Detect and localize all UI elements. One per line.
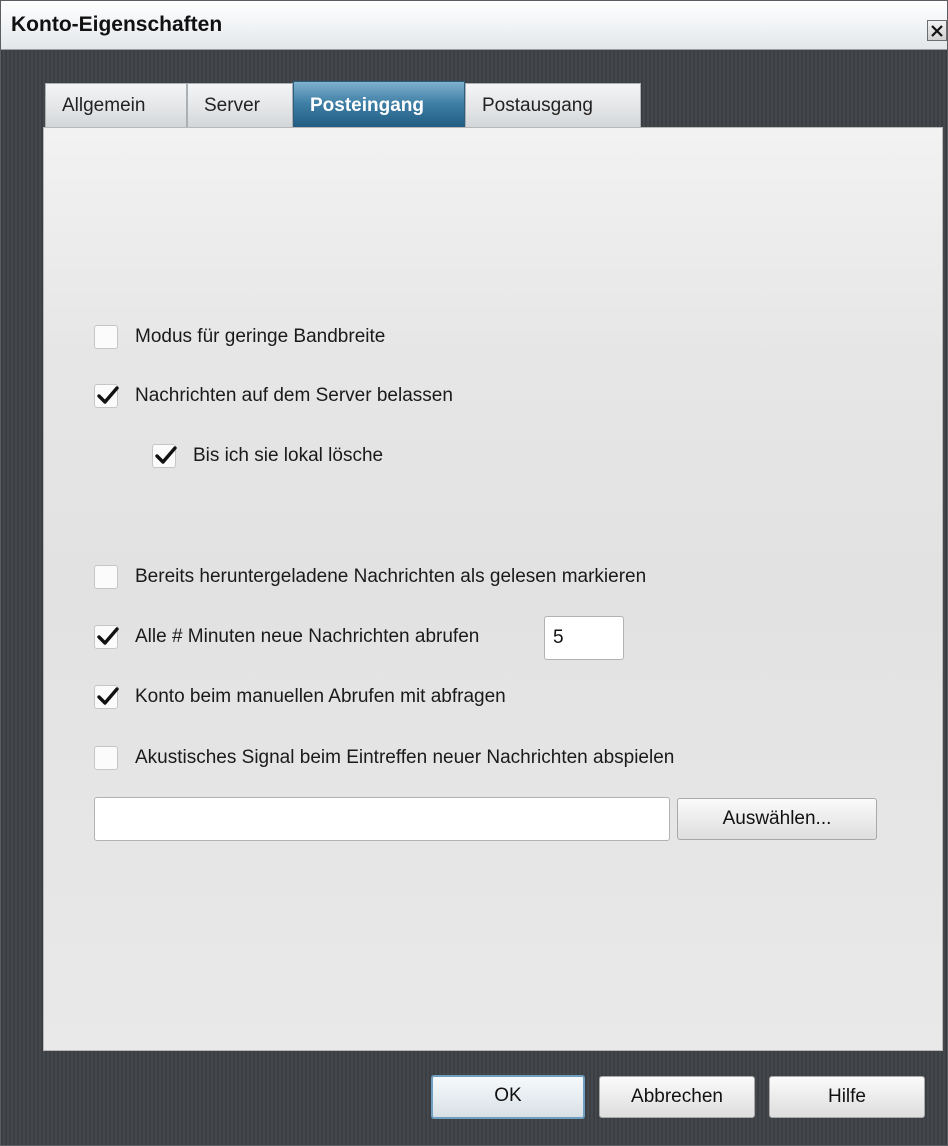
manual-check-option[interactable]: Konto beim manuellen Abrufen mit abfrage… [94,685,506,709]
until-deleted-label: Bis ich sie lokal lösche [193,445,384,466]
close-button[interactable] [927,20,947,41]
tab-label: Postausgang [482,95,593,116]
checkmark-icon [97,627,119,645]
checkmark-icon [97,386,119,404]
tab-label: Server [204,95,260,116]
checkmark-icon [97,687,119,705]
manual-check-checkbox[interactable] [94,685,119,709]
mark-read-checkbox[interactable] [94,565,118,589]
tab-postausgang[interactable]: Postausgang [465,83,641,127]
tab-allgemein[interactable]: Allgemein [45,83,187,127]
mark-read-label: Bereits heruntergeladene Nachrichten als… [135,566,647,587]
leave-on-server-option[interactable]: Nachrichten auf dem Server belassen [94,384,453,408]
tab-label: Posteingang [310,95,425,116]
low-bandwidth-checkbox[interactable] [94,325,118,349]
manual-check-label: Konto beim manuellen Abrufen mit abfrage… [135,686,506,707]
browse-button[interactable]: Auswählen... [677,798,877,840]
posteingang-panel [43,127,943,1051]
until-deleted-option[interactable]: Bis ich sie lokal lösche [152,444,383,468]
low-bandwidth-option[interactable]: Modus für geringe Bandbreite [94,325,385,349]
title-bar: Konto-Eigenschaften [1,1,947,50]
leave-on-server-label: Nachrichten auf dem Server belassen [135,385,453,406]
check-every-checkbox[interactable] [94,625,119,649]
mark-read-option[interactable]: Bereits heruntergeladene Nachrichten als… [94,565,646,589]
check-every-option[interactable]: Alle # Minuten neue Nachrichten abrufen [94,625,479,649]
minutes-input[interactable]: 5 [544,616,624,660]
sound-file-input[interactable] [94,797,670,841]
close-icon [931,24,943,37]
sound-checkbox[interactable] [94,746,118,770]
sound-option[interactable]: Akustisches Signal beim Eintreffen neuer… [94,746,674,770]
window-title: Konto-Eigenschaften [11,13,223,36]
tab-posteingang[interactable]: Posteingang [293,81,465,129]
sound-label: Akustisches Signal beim Eintreffen neuer… [135,747,675,768]
account-properties-dialog: Konto-Eigenschaften Allgemein Server Pos… [0,0,948,1146]
until-deleted-checkbox[interactable] [152,444,177,468]
check-every-label: Alle # Minuten neue Nachrichten abrufen [135,626,480,647]
cancel-button[interactable]: Abbrechen [599,1076,755,1118]
tab-label: Allgemein [62,95,146,116]
checkmark-icon [155,446,177,464]
tab-server[interactable]: Server [187,83,293,127]
ok-button[interactable]: OK [431,1075,585,1119]
help-button[interactable]: Hilfe [769,1076,925,1118]
low-bandwidth-label: Modus für geringe Bandbreite [135,326,386,347]
leave-on-server-checkbox[interactable] [94,384,119,408]
